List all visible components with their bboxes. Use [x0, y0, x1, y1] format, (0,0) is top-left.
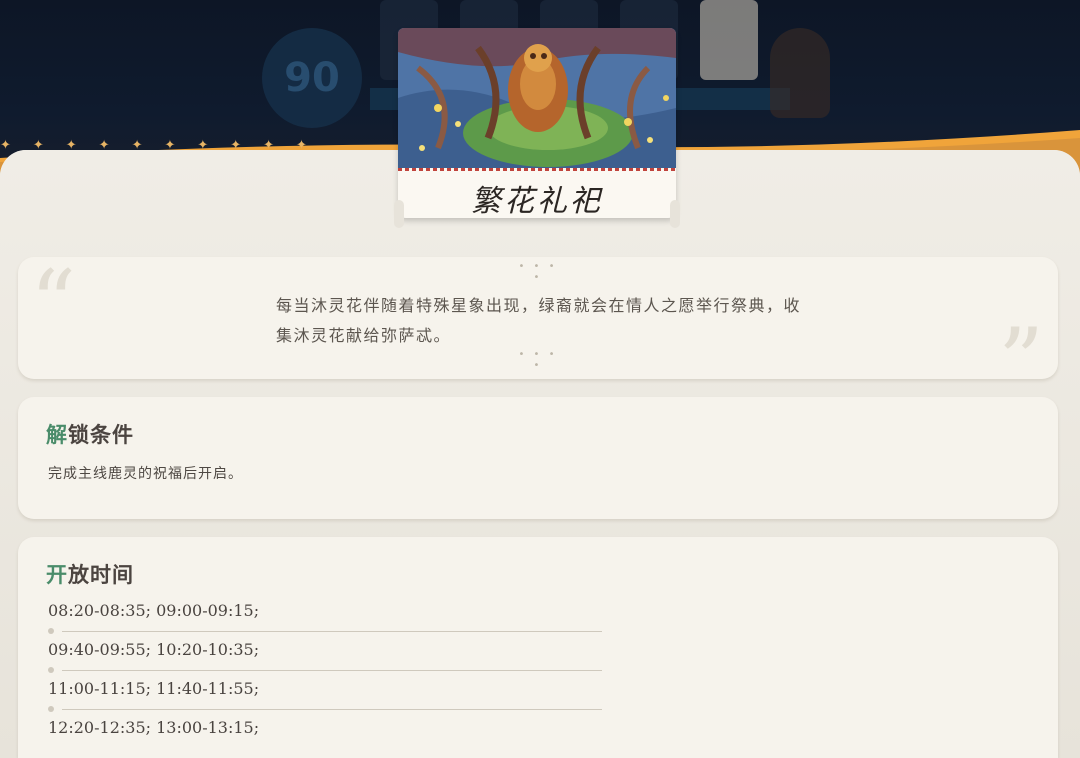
description-card: • • • • “ ” 每当沐灵花伴随着特殊星象出现，绿裔就会在情人之愿举行祭典… — [18, 251, 1058, 407]
event-description: 每当沐灵花伴随着特殊星象出现，绿裔就会在情人之愿举行祭典，收集沐灵花献给弥萨忒。 — [276, 296, 802, 345]
card-notch — [670, 200, 680, 228]
backdrop-card — [700, 0, 758, 80]
event-title: 繁花礼祀 — [471, 184, 603, 219]
close-quote-icon: ” — [997, 309, 1044, 414]
event-artwork — [398, 28, 676, 168]
time-slot-text: 09:40-09:55; 10:20-10:35; — [48, 640, 260, 659]
backdrop-character — [770, 28, 830, 118]
row-dot — [48, 628, 54, 634]
backdrop-level-badge: 90 — [262, 28, 362, 128]
unlock-heading: 解锁条件 — [46, 419, 134, 449]
time-slot-text: 11:00-11:15; 11:40-11:55; — [48, 679, 260, 698]
row-divider — [62, 709, 602, 710]
time-row: 09:40-09:55; 10:20-10:35; — [48, 640, 608, 678]
row-dot — [48, 667, 54, 673]
time-slot-text: 12:20-12:35; 13:00-13:15; — [48, 718, 260, 737]
unlock-text: 完成主线鹿灵的祝福后开启。 — [48, 466, 243, 482]
open-quote-icon: “ — [30, 251, 77, 356]
dots-decoration: • • • • — [518, 261, 558, 283]
schedule-heading: 开放时间 — [46, 559, 134, 589]
heading-rest: 放时间 — [68, 563, 134, 587]
open-time-card: 开放时间 08:20-08:35; 09:00-09:15; 09:40-09:… — [18, 537, 1058, 758]
row-divider — [62, 631, 602, 632]
heading-rest: 锁条件 — [68, 423, 134, 447]
time-row: 11:00-11:15; 11:40-11:55; — [48, 679, 608, 717]
time-row: 08:20-08:35; 09:00-09:15; — [48, 601, 608, 639]
event-hero-card: 繁花礼祀 — [394, 28, 680, 228]
time-slot-text: 08:20-08:35; 09:00-09:15; — [48, 601, 260, 620]
row-divider — [62, 670, 602, 671]
heading-accent: 解 — [46, 423, 68, 447]
flower-shrine-illustration — [398, 28, 676, 168]
dots-decoration: • • • • — [518, 349, 558, 371]
unlock-condition-card: 解锁条件 完成主线鹿灵的祝福后开启。 — [18, 397, 1058, 519]
title-divider — [398, 168, 676, 171]
row-dot — [48, 706, 54, 712]
card-notch — [394, 200, 404, 228]
heading-accent: 开 — [46, 563, 68, 587]
time-row: 12:20-12:35; 13:00-13:15; — [48, 718, 608, 756]
